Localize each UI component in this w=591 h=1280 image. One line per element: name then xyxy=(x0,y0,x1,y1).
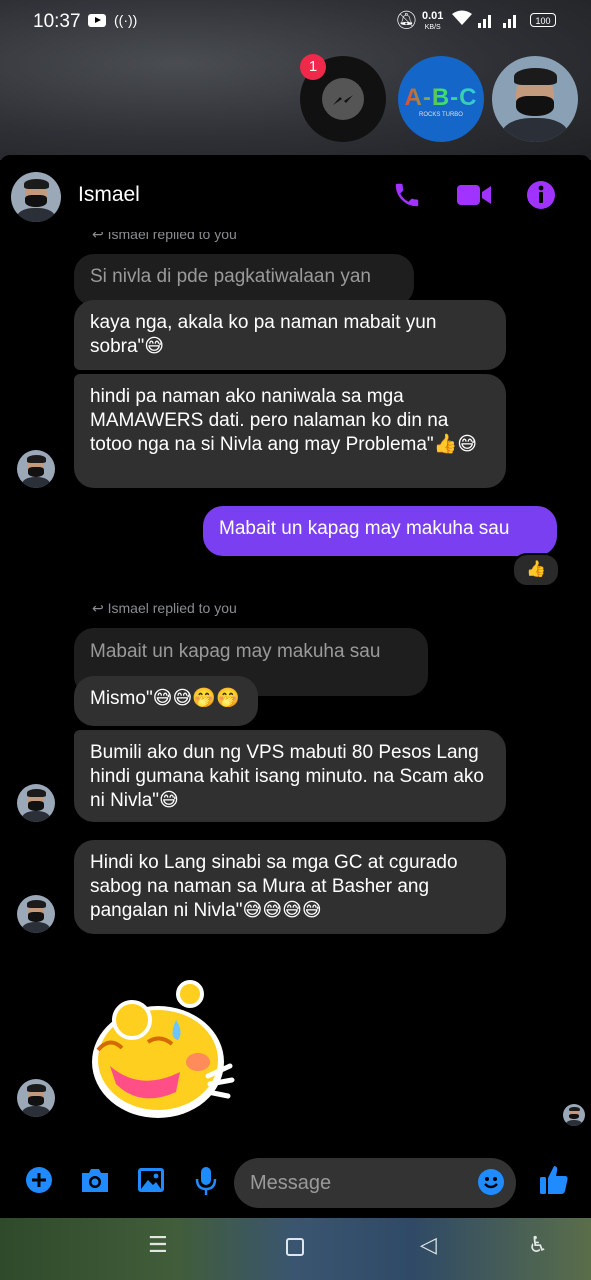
hotspot-icon: ((·)) xyxy=(114,12,138,28)
chat-head-ismael[interactable] xyxy=(492,56,578,142)
sender-avatar[interactable] xyxy=(17,895,55,933)
reply-note: ↩ Ismael replied to you xyxy=(92,600,237,617)
message-bubble[interactable]: hindi pa naman ako naniwala sa mga MAMAW… xyxy=(74,374,506,488)
quoted-message[interactable]: Si nivla di pde pagkatiwalaan yan xyxy=(74,254,414,306)
menu-nav-icon[interactable]: ☰ xyxy=(148,1232,168,1258)
gallery-icon[interactable] xyxy=(136,1166,166,1194)
wifi-icon xyxy=(452,10,472,25)
contact-avatar[interactable] xyxy=(11,172,61,222)
accessibility-nav-icon[interactable]: ♿︎ xyxy=(528,1232,548,1258)
message-bubble[interactable]: Mismo"😅😅🤭🤭 xyxy=(74,676,258,726)
chat-head-abc[interactable]: A-B-C ROCKS TURBO xyxy=(398,56,484,142)
status-time: 10:37 xyxy=(33,11,81,32)
phone-call-icon[interactable] xyxy=(392,180,422,210)
network-speed-value: 0.01 xyxy=(422,10,444,22)
message-input[interactable] xyxy=(234,1158,516,1208)
unread-badge: 1 xyxy=(300,54,326,80)
emoji-icon[interactable] xyxy=(477,1168,505,1196)
sender-avatar[interactable] xyxy=(17,1079,55,1117)
home-nav-icon[interactable] xyxy=(286,1238,304,1256)
sweating-sticker[interactable] xyxy=(80,980,240,1120)
message-bubble[interactable]: kaya nga, akala ko pa naman mabait yun s… xyxy=(74,300,506,370)
mute-icon: 🔕︎ xyxy=(395,10,418,30)
signal-2-icon xyxy=(503,12,516,28)
sender-avatar[interactable] xyxy=(17,784,55,822)
youtube-icon xyxy=(88,14,106,27)
contact-name[interactable]: Ismael xyxy=(78,183,140,207)
status-bar: 10:37 ((·)) 🔕︎ 0.01 KB/S 100 xyxy=(0,0,591,44)
thumbs-up-icon[interactable] xyxy=(539,1164,569,1196)
info-icon[interactable] xyxy=(526,180,556,210)
reply-arrow-icon: ↩ xyxy=(92,600,104,616)
message-bubble[interactable]: Bumili ako dun ng VPS mabuti 80 Pesos La… xyxy=(74,730,506,822)
back-nav-icon[interactable]: ◁ xyxy=(420,1232,437,1258)
abc-logo-subtext: ROCKS TURBO xyxy=(419,112,463,118)
abc-logo-text: A-B-C xyxy=(398,84,484,112)
sender-avatar[interactable] xyxy=(17,450,55,488)
message-bubble[interactable]: Hindi ko Lang sinabi sa mga GC at cgurad… xyxy=(74,840,506,934)
camera-icon[interactable] xyxy=(79,1166,111,1194)
network-speed-unit: KB/S xyxy=(424,24,441,31)
video-call-icon[interactable] xyxy=(456,182,492,208)
seen-indicator-avatar xyxy=(563,1104,585,1126)
my-message-bubble[interactable]: Mabait un kapag may makuha sau xyxy=(203,506,557,556)
network-speed: 0.01 KB/S xyxy=(422,11,443,33)
microphone-icon[interactable] xyxy=(194,1166,218,1196)
reaction-badge[interactable]: 👍 xyxy=(512,553,560,587)
reply-note-text: Ismael replied to you xyxy=(107,600,237,616)
messenger-icon xyxy=(333,95,353,105)
signal-1-icon xyxy=(478,12,491,28)
battery-icon: 100 xyxy=(530,13,556,27)
plus-icon[interactable] xyxy=(25,1166,53,1194)
